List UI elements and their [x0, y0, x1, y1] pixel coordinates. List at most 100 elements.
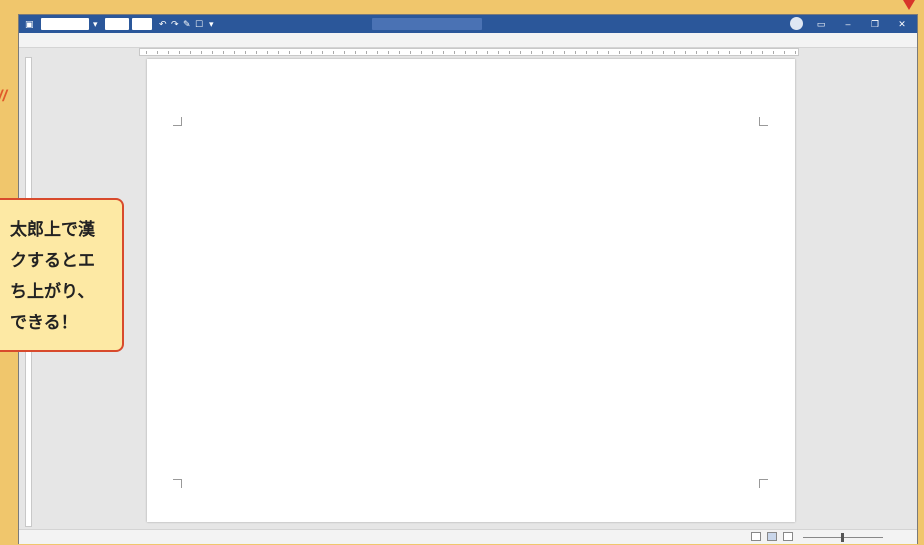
- kanbun-char: [519, 284, 531, 307]
- autosave-box[interactable]: [41, 18, 89, 30]
- kanbun-char: [473, 146, 485, 169]
- kanbun-char: [355, 146, 367, 169]
- kanbun-column: [613, 123, 625, 192]
- minimize-button[interactable]: –: [839, 17, 857, 31]
- kanbun-char: [589, 146, 601, 169]
- margin-corner-top-left: [173, 117, 182, 126]
- kanbun-char: [519, 238, 531, 261]
- ruler-tick: [432, 51, 433, 54]
- kanbun-char: [379, 169, 391, 192]
- kanbun-column: [307, 123, 319, 445]
- kanbun-char: [519, 169, 531, 192]
- kanbun-char: [307, 307, 319, 330]
- kanbun-char: [637, 146, 649, 169]
- ruler-tick: [377, 51, 378, 54]
- ribbon-display-icon[interactable]: ▭: [812, 17, 830, 31]
- margin-corner-bottom-left: [173, 479, 182, 488]
- kanbun-char: [403, 215, 415, 238]
- ruler-tick: [784, 51, 785, 54]
- kanbun-char: [519, 192, 531, 215]
- kanbun-char: [251, 123, 263, 146]
- ruler-tick: [696, 51, 697, 54]
- kanbun-char: [251, 146, 263, 169]
- ruler-tick: [740, 51, 741, 54]
- save-icon[interactable]: ▣: [25, 18, 34, 30]
- callout-line: できる！: [10, 313, 78, 332]
- ruler-tick: [421, 51, 422, 54]
- kanbun-column: [725, 123, 737, 169]
- kanbun-char: [379, 146, 391, 169]
- ruler-tick: [630, 51, 631, 54]
- close-button[interactable]: ✕: [893, 17, 911, 31]
- read-mode-button[interactable]: [751, 532, 761, 541]
- kanbun-char: [355, 238, 367, 261]
- kanbun-char: [333, 123, 345, 146]
- ruler-tick: [674, 51, 675, 54]
- ruler-tick: [520, 51, 521, 54]
- ruler-tick: [179, 51, 180, 54]
- web-layout-button[interactable]: [783, 532, 793, 541]
- ruler-tick: [553, 51, 554, 54]
- ruler-tick: [388, 51, 389, 54]
- kanbun-char: [449, 192, 461, 215]
- ruler-tick: [146, 51, 147, 54]
- format-painter-icon[interactable]: ✎: [183, 18, 191, 30]
- kanbun-char: [495, 169, 507, 192]
- kanbun-char: [205, 215, 217, 238]
- document-page[interactable]: [147, 59, 795, 522]
- kanbun-char: [229, 238, 241, 261]
- kanbun-char: [519, 261, 531, 284]
- zoom-slider-thumb[interactable]: [841, 533, 844, 542]
- customize-qat-icon[interactable]: ▾: [209, 18, 214, 30]
- maximize-button[interactable]: ❐: [866, 17, 884, 31]
- font-box[interactable]: [132, 18, 152, 30]
- kanbun-char: [589, 192, 601, 215]
- kanbun-char: [205, 146, 217, 169]
- touch-mode-icon[interactable]: ☐: [195, 18, 203, 30]
- ruler-tick: [718, 51, 719, 54]
- kanbun-char: [403, 284, 415, 307]
- dropdown-icon[interactable]: ▾: [93, 18, 98, 30]
- redo-icon[interactable]: ↷: [171, 18, 179, 30]
- kanbun-char: [403, 238, 415, 261]
- ribbon-tabs: [19, 33, 917, 48]
- kanbun-char: [473, 192, 485, 215]
- margin-corner-bottom-right: [759, 479, 768, 488]
- ruler-tick: [157, 51, 158, 54]
- kanbun-char: [205, 169, 217, 192]
- kanbun-column: [333, 123, 345, 215]
- search-box[interactable]: [372, 18, 482, 30]
- ruler-tick: [685, 51, 686, 54]
- kanbun-char: [229, 169, 241, 192]
- kanbun-char: [427, 123, 439, 146]
- ruler-tick: [267, 51, 268, 54]
- ruler-tick: [201, 51, 202, 54]
- kanbun-char: [589, 169, 601, 192]
- avatar[interactable]: [790, 17, 803, 30]
- ruler-tick: [586, 51, 587, 54]
- kanbun-char: [403, 169, 415, 192]
- kanbun-char: [449, 169, 461, 192]
- screenshot-frame: ▣ ▾ ↶ ↷ ✎ ☐ ▾ ▭ – ❐ ✕ / 太郎上で漢 クするとエ ち上がり…: [0, 0, 924, 545]
- kanbun-char: [205, 123, 217, 146]
- red-accent-mark: //: [0, 88, 7, 105]
- kanbun-column: [519, 123, 531, 307]
- kanbun-char: [307, 146, 319, 169]
- kanbun-char: [307, 238, 319, 261]
- kanbun-column: [251, 123, 263, 169]
- ruler-tick: [333, 51, 334, 54]
- kanbun-char: [427, 169, 439, 192]
- kanbun-char: [589, 215, 601, 238]
- kanbun-column: [701, 123, 713, 169]
- kanbun-char: [229, 215, 241, 238]
- doc-box[interactable]: [105, 18, 129, 30]
- callout-box: 太郎上で漢 クするとエ ち上がり、 できる！: [0, 198, 124, 352]
- kanbun-char: [725, 146, 737, 169]
- print-layout-button[interactable]: [767, 532, 777, 541]
- ruler-tick: [476, 51, 477, 54]
- kanbun-char: [229, 192, 241, 215]
- kanbun-char: [307, 192, 319, 215]
- kanbun-char: [307, 399, 319, 422]
- undo-icon[interactable]: ↶: [159, 18, 167, 30]
- horizontal-ruler[interactable]: [139, 48, 799, 56]
